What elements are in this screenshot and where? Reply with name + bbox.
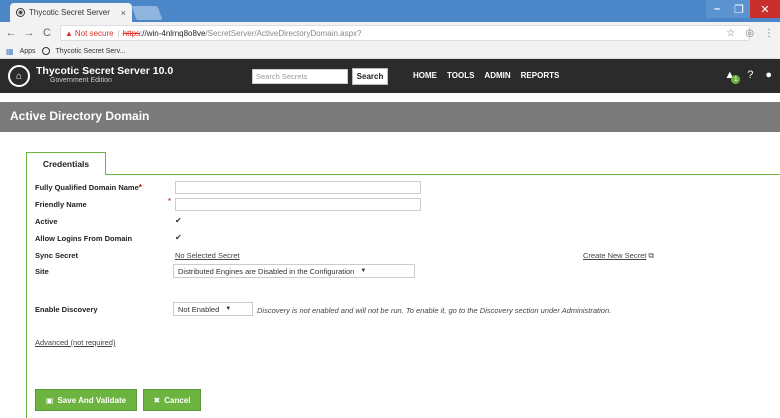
caret-down-icon: ▼ bbox=[360, 268, 367, 274]
bookmark-thycotic[interactable]: Thycotic Secret Serv... bbox=[56, 48, 126, 55]
required-marker: * bbox=[168, 197, 172, 206]
reload-icon[interactable]: C bbox=[40, 27, 54, 39]
maximize-icon[interactable]: ❐ bbox=[728, 0, 750, 18]
top-nav: HOME TOOLS ADMIN REPORTS bbox=[413, 71, 559, 80]
app-header: ⌂ Thycotic Secret Server 10.0 Government… bbox=[0, 59, 780, 93]
discovery-select[interactable]: Not Enabled ▼ bbox=[173, 302, 253, 316]
tab-close-icon[interactable]: × bbox=[121, 8, 126, 18]
search-button[interactable]: Search bbox=[352, 68, 388, 85]
page-title: Active Directory Domain bbox=[10, 109, 150, 123]
discovery-select-value: Not Enabled bbox=[178, 304, 220, 314]
sync-secret-label: Sync Secret bbox=[35, 251, 78, 260]
cancel-icon: ✖ bbox=[153, 395, 161, 405]
apps-grid-icon[interactable]: ▦ bbox=[6, 47, 14, 56]
nav-admin[interactable]: ADMIN bbox=[484, 71, 510, 80]
discovery-note: Discovery is not enabled and will not be… bbox=[257, 306, 612, 315]
favicon-icon: ◉ bbox=[16, 8, 25, 17]
close-window-icon[interactable]: ✕ bbox=[750, 0, 780, 18]
browser-tab-bar: ◉ Thycotic Secret Server × – ❐ ✕ bbox=[0, 0, 780, 22]
not-secure-label: Not secure bbox=[74, 28, 114, 38]
page-title-bar: Active Directory Domain bbox=[0, 102, 780, 132]
allow-logins-checkbox[interactable]: ✔ bbox=[175, 233, 182, 242]
thycotic-logo-icon[interactable]: ⌂ bbox=[8, 65, 30, 87]
active-checkbox[interactable]: ✔ bbox=[175, 216, 182, 225]
warning-icon: ▲ bbox=[65, 28, 73, 38]
friendly-name-field[interactable] bbox=[175, 198, 421, 211]
brand-title: Thycotic Secret Server 10.0 bbox=[36, 65, 174, 77]
extension-icon[interactable]: ◎ bbox=[745, 28, 754, 39]
url-separator: | bbox=[117, 28, 120, 38]
minimize-icon[interactable]: – bbox=[706, 0, 728, 18]
caret-down-icon: ▼ bbox=[225, 306, 232, 312]
help-icon[interactable]: ? bbox=[747, 69, 753, 81]
alert-badge: 1 bbox=[731, 75, 741, 84]
brand: Thycotic Secret Server 10.0 Government E… bbox=[36, 65, 173, 84]
create-new-secret-text: Create New Secret bbox=[583, 251, 647, 260]
address-bar: ← → C ▲ Not secure | https ://win-4nlrnq… bbox=[0, 22, 780, 44]
site-select[interactable]: Distributed Engines are Disabled in the … bbox=[173, 264, 415, 278]
user-icon[interactable]: ● bbox=[765, 69, 772, 81]
window-controls: – ❐ ✕ bbox=[706, 0, 780, 18]
fqdn-field[interactable] bbox=[175, 181, 421, 194]
save-and-validate-button[interactable]: ▣ Save And Validate bbox=[35, 389, 137, 411]
url-host: ://win-4nlrnq8o8ve bbox=[140, 28, 206, 38]
forward-arrow-icon[interactable]: → bbox=[22, 27, 36, 39]
url-scheme: https bbox=[122, 28, 141, 38]
site-label: Site bbox=[35, 267, 49, 276]
star-icon[interactable]: ☆ bbox=[726, 28, 735, 39]
new-tab-button[interactable] bbox=[131, 6, 163, 20]
allow-logins-label: Allow Logins From Domain bbox=[35, 234, 133, 243]
fqdn-label: Fully Qualified Domain Name* bbox=[35, 183, 142, 192]
header-icons: ▲ 1 ? ● bbox=[724, 69, 772, 84]
bookmark-apps[interactable]: Apps bbox=[20, 48, 36, 55]
save-button-label: Save And Validate bbox=[57, 395, 127, 405]
url-path: /SecretServer/ActiveDirectoryDomain.aspx… bbox=[205, 28, 362, 38]
bookmarks-bar: ▦ Apps Thycotic Secret Serv... bbox=[0, 44, 780, 59]
browser-tab[interactable]: ◉ Thycotic Secret Server × bbox=[10, 3, 132, 22]
cancel-button-label: Cancel bbox=[164, 395, 191, 405]
create-new-secret-link[interactable]: Create New Secret ⧉ bbox=[583, 251, 654, 261]
active-label: Active bbox=[35, 217, 58, 226]
nav-home[interactable]: HOME bbox=[413, 71, 437, 80]
nav-tools[interactable]: TOOLS bbox=[447, 71, 474, 80]
menu-dots-icon[interactable]: ⋮ bbox=[764, 28, 774, 39]
friendly-name-label: Friendly Name bbox=[35, 200, 87, 209]
alert-icon[interactable]: ▲ 1 bbox=[724, 69, 741, 84]
url-field[interactable]: ▲ Not secure | https ://win-4nlrnq8o8ve … bbox=[60, 25, 750, 41]
browser-window: ◉ Thycotic Secret Server × – ❐ ✕ ← → C ▲… bbox=[0, 0, 780, 418]
save-icon: ▣ bbox=[45, 395, 54, 405]
nav-reports[interactable]: REPORTS bbox=[521, 71, 560, 80]
fqdn-label-text: Fully Qualified Domain Name bbox=[35, 183, 139, 192]
form-panel: Credentials Fully Qualified Domain Name*… bbox=[26, 152, 780, 418]
sync-secret-link[interactable]: No Selected Secret bbox=[175, 251, 240, 260]
back-arrow-icon[interactable]: ← bbox=[4, 27, 18, 39]
tab-title: Thycotic Secret Server bbox=[29, 8, 110, 17]
search-input[interactable] bbox=[252, 69, 348, 84]
cancel-button[interactable]: ✖ Cancel bbox=[143, 389, 201, 411]
credentials-body: Fully Qualified Domain Name* Friendly Na… bbox=[26, 174, 780, 418]
tab-credentials[interactable]: Credentials bbox=[26, 152, 106, 175]
external-link-icon: ⧉ bbox=[648, 251, 655, 260]
bookmark-favicon-icon bbox=[41, 47, 50, 55]
advanced-link[interactable]: Advanced (not required) bbox=[35, 338, 115, 347]
brand-subtitle: Government Edition bbox=[50, 77, 112, 84]
enable-discovery-label: Enable Discovery bbox=[35, 305, 98, 314]
required-marker: * bbox=[138, 183, 142, 192]
site-select-value: Distributed Engines are Disabled in the … bbox=[178, 266, 355, 276]
address-bar-actions: ☆ ◎ ⋮ bbox=[726, 28, 774, 39]
